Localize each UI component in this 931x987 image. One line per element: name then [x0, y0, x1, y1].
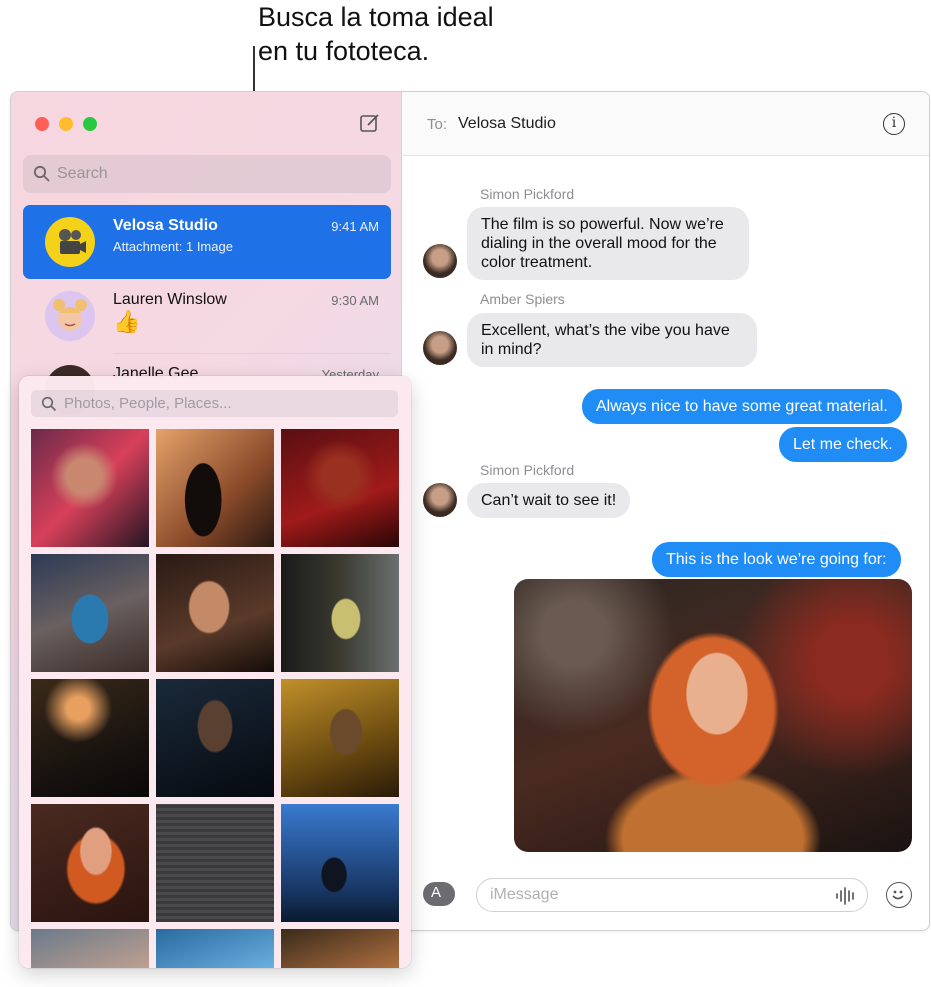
- close-window-button[interactable]: [35, 117, 49, 131]
- photo-thumbnail[interactable]: [281, 929, 399, 968]
- message-sender: Simon Pickford: [480, 186, 575, 202]
- message-input-placeholder: iMessage: [490, 886, 559, 903]
- message-bubble[interactable]: The film is so powerful. Now we’re diali…: [467, 207, 749, 280]
- avatar: [423, 244, 457, 278]
- search-icon: [41, 396, 57, 412]
- conversation-lauren-winslow[interactable]: Lauren Winslow 👍 9:30 AM: [23, 279, 391, 353]
- conversation-preview: Attachment: 1 Image: [113, 239, 233, 254]
- callout-text: Busca la toma ideal en tu fototeca.: [258, 0, 494, 68]
- message-bubble[interactable]: Excellent, what’s the vibe you have in m…: [467, 313, 757, 367]
- message-input[interactable]: iMessage: [476, 878, 868, 912]
- waveform-icon[interactable]: [835, 887, 857, 905]
- photo-thumbnail[interactable]: [31, 429, 149, 547]
- sidebar-search-placeholder: Search: [57, 165, 108, 182]
- minimize-window-button[interactable]: [59, 117, 73, 131]
- photos-search-field[interactable]: Photos, People, Places...: [31, 390, 398, 417]
- photo-thumbnail[interactable]: [281, 804, 399, 922]
- photo-thumbnail[interactable]: [31, 929, 149, 968]
- photo-thumbnail[interactable]: [281, 429, 399, 547]
- message-bubble[interactable]: Let me check.: [779, 427, 907, 462]
- message-bubble[interactable]: Can’t wait to see it!: [467, 483, 631, 518]
- photo-thumbnail[interactable]: [156, 929, 274, 968]
- conversation-time: 9:30 AM: [331, 293, 379, 308]
- zoom-window-button[interactable]: [83, 117, 97, 131]
- conversation-velosa-studio[interactable]: Velosa Studio Attachment: 1 Image 9:41 A…: [23, 205, 391, 279]
- photos-search-placeholder: Photos, People, Places...: [64, 395, 232, 412]
- message-bubble[interactable]: Always nice to have some great material.: [582, 389, 902, 424]
- callout-line-2: en tu fototeca.: [258, 36, 430, 66]
- photos-picker-popover: Photos, People, Places...: [19, 376, 411, 968]
- photo-thumbnail[interactable]: [281, 554, 399, 672]
- film-camera-icon: [59, 229, 86, 254]
- photo-thumbnail[interactable]: [31, 679, 149, 797]
- conversation-time: 9:41 AM: [331, 219, 379, 234]
- conversation-name: Lauren Winslow: [113, 291, 227, 308]
- image-attachment[interactable]: [514, 579, 912, 852]
- sidebar-search-field[interactable]: Search: [23, 155, 391, 193]
- recipient-name[interactable]: Velosa Studio: [458, 115, 556, 133]
- photo-thumbnail[interactable]: [156, 804, 274, 922]
- photo-thumbnail[interactable]: [156, 429, 274, 547]
- search-icon: [33, 165, 50, 182]
- info-icon[interactable]: i: [883, 113, 905, 135]
- callout-line-1: Busca la toma ideal: [258, 2, 494, 32]
- avatar: [45, 291, 95, 341]
- message-sender: Amber Spiers: [480, 291, 565, 307]
- photo-thumbnail[interactable]: [31, 804, 149, 922]
- memoji-icon: [53, 299, 87, 331]
- photo-thumbnail[interactable]: [156, 679, 274, 797]
- avatar: [45, 217, 95, 267]
- app-store-icon: A: [431, 884, 442, 901]
- avatar: [423, 331, 457, 365]
- conversation-name: Velosa Studio: [113, 217, 218, 234]
- conversation-header: To: Velosa Studio i: [403, 92, 929, 156]
- conversation-preview: 👍: [113, 309, 141, 334]
- photo-thumbnail[interactable]: [156, 554, 274, 672]
- message-bubble[interactable]: This is the look we’re going for:: [652, 542, 901, 577]
- emoji-icon[interactable]: [886, 882, 912, 908]
- message-sender: Simon Pickford: [480, 462, 575, 478]
- to-label: To:: [427, 116, 448, 133]
- compose-icon[interactable]: [359, 112, 381, 134]
- photo-thumbnail[interactable]: [281, 679, 399, 797]
- app-store-button[interactable]: A: [423, 882, 455, 906]
- avatar: [423, 483, 457, 517]
- photo-thumbnail[interactable]: [31, 554, 149, 672]
